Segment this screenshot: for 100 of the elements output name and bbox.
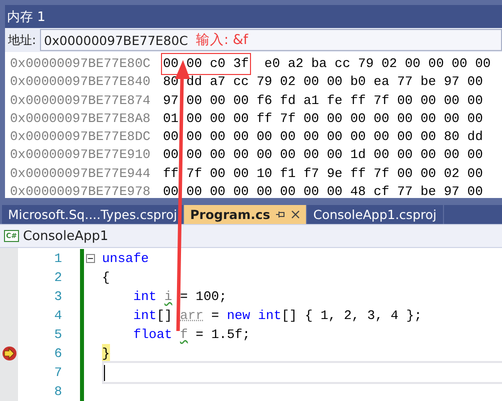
memory-byte: ff [350, 164, 366, 183]
memory-byte: 00 [467, 183, 483, 198]
line-number: 2 [53, 270, 62, 285]
memory-byte: 97 [163, 92, 179, 110]
line-number: 7 [53, 365, 62, 380]
memory-byte: 00 [233, 183, 249, 198]
memory-byte: 00 [467, 110, 483, 128]
memory-byte: 00 [397, 92, 413, 110]
memory-byte: 00 [420, 110, 436, 128]
memory-byte: 97 [444, 183, 460, 198]
memory-address: 0x00000097BE77E840 [10, 73, 152, 92]
code-keyword: float [132, 326, 174, 344]
collapse-icon[interactable] [86, 254, 95, 263]
memory-byte: 00 [420, 92, 436, 110]
memory-byte: e0 [264, 55, 280, 73]
memory-byte: f1 [280, 164, 296, 183]
memory-byte: 00 [303, 73, 320, 92]
memory-byte: 00 [256, 146, 272, 164]
memory-byte: 79 [256, 73, 272, 92]
memory-byte: 7f [186, 164, 202, 183]
memory-byte: 00 [452, 55, 468, 73]
memory-byte: 97 [444, 73, 460, 92]
memory-byte: 00 [186, 110, 202, 128]
memory-address: 0x00000097BE77E910 [10, 146, 152, 164]
memory-byte: 00 [303, 183, 320, 198]
memory-byte: ff [256, 110, 272, 128]
code-text: = 100; [179, 288, 227, 306]
memory-byte: 00 [210, 128, 226, 146]
memory-byte: 00 [280, 146, 296, 164]
memory-byte: 00 [467, 164, 483, 183]
memory-byte: 00 [256, 183, 272, 198]
memory-byte: 00 [374, 146, 390, 164]
memory-byte: 00 [186, 92, 202, 110]
memory-byte: 79 [358, 55, 374, 73]
memory-byte: ff [350, 92, 366, 110]
memory-byte: 00 [186, 55, 202, 73]
line-number: 8 [53, 384, 62, 399]
memory-address: 0x00000097BE77E874 [10, 92, 152, 110]
pin-icon[interactable] [276, 210, 286, 219]
memory-byte: 00 [397, 146, 413, 164]
memory-byte: ea [374, 73, 390, 92]
code-keyword: unsafe [102, 250, 149, 268]
code-text: [] { 1, 2, 3, 4 }; [281, 307, 422, 325]
code-text: [] [156, 307, 174, 325]
memory-byte: 00 [467, 73, 483, 92]
memory-byte: 3f [233, 55, 249, 73]
code-keyword: int [258, 307, 282, 325]
close-icon[interactable] [291, 210, 300, 219]
memory-byte: 00 [256, 128, 272, 146]
memory-byte: 00 [186, 183, 202, 198]
memory-address: 0x00000097BE77E944 [10, 164, 152, 183]
memory-address: 0x00000097BE77E8DC [10, 128, 152, 146]
memory-byte: 00 [420, 146, 436, 164]
memory-byte: 00 [233, 164, 249, 183]
memory-byte: 00 [326, 146, 342, 164]
memory-byte: 7f [280, 110, 296, 128]
memory-byte: 00 [397, 128, 413, 146]
memory-byte: 00 [233, 110, 249, 128]
panel-title: 内存 1 [7, 8, 46, 26]
memory-byte: 02 [444, 164, 460, 183]
code-text: i [164, 288, 172, 306]
memory-byte: 00 [350, 110, 366, 128]
memory-byte: 00 [404, 55, 420, 73]
memory-byte: 77 [397, 73, 413, 92]
memory-byte: 48 [350, 183, 366, 198]
address-field[interactable]: 0x00000097BE77E80C 输入: &f [40, 29, 502, 51]
memory-byte: fd [280, 92, 296, 110]
memory-byte: 00 [210, 110, 226, 128]
memory-byte: 00 [186, 146, 202, 164]
memory-byte: 00 [326, 183, 342, 198]
project-selector[interactable]: ConsoleApp1 [23, 228, 108, 244]
memory-address: 0x00000097BE77E978 [10, 183, 152, 198]
memory-byte: 00 [303, 146, 320, 164]
memory-byte: 00 [420, 164, 436, 183]
memory-byte: 00 [186, 128, 202, 146]
memory-byte: 00 [233, 92, 249, 110]
memory-byte: ba [311, 55, 327, 73]
memory-byte: 00 [303, 128, 320, 146]
memory-byte: 00 [397, 110, 413, 128]
document-tab[interactable]: Program.cs [184, 205, 308, 224]
memory-byte: 00 [280, 183, 296, 198]
memory-byte: 7f [374, 92, 390, 110]
memory-byte: 00 [467, 92, 483, 110]
memory-byte: 00 [397, 164, 413, 183]
memory-address: 0x00000097BE77E80C [10, 55, 152, 73]
line-number: 5 [53, 327, 62, 342]
code-text: = [210, 307, 220, 325]
memory-byte: 00 [233, 128, 249, 146]
memory-byte: 00 [374, 110, 390, 128]
memory-byte: 00 [326, 128, 342, 146]
memory-byte: 00 [210, 183, 226, 198]
memory-byte: 9e [326, 164, 342, 183]
memory-byte: dd [186, 73, 202, 92]
line-number: 3 [53, 289, 62, 304]
memory-byte: fe [326, 92, 342, 110]
memory-byte: dd [467, 128, 483, 146]
memory-byte: 00 [163, 55, 179, 73]
memory-byte: 02 [381, 55, 398, 73]
memory-byte: 00 [280, 128, 296, 146]
memory-byte: 00 [475, 55, 491, 73]
